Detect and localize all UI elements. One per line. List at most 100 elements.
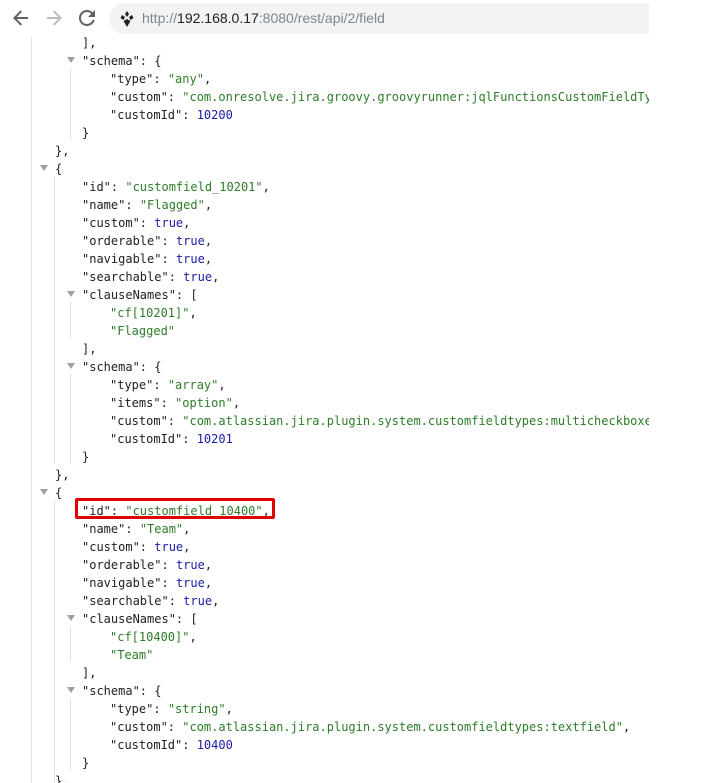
json-line: "customId": 10201 bbox=[110, 432, 233, 446]
json-number-value: 10400 bbox=[196, 738, 233, 752]
json-line: "searchable": true, bbox=[82, 270, 220, 284]
json-line: "custom": "com.onresolve.jira.groovy.gro… bbox=[110, 88, 649, 106]
json-line: "name": "Team", bbox=[82, 522, 191, 536]
json-line: "customId": 10400 bbox=[110, 738, 233, 752]
json-key: "searchable" bbox=[82, 594, 169, 608]
triangle-down-icon bbox=[67, 291, 75, 297]
json-line: "searchable": true, bbox=[82, 594, 220, 608]
json-line: "navigable": true, bbox=[82, 576, 213, 590]
json-punct: , bbox=[183, 540, 191, 554]
collapse-toggle[interactable] bbox=[66, 614, 76, 622]
json-punct: } bbox=[82, 450, 90, 464]
url-host: 192.168.0.17 bbox=[177, 10, 259, 26]
indent-guide bbox=[70, 626, 71, 662]
json-line: "custom": true, bbox=[82, 540, 191, 554]
url-text: http://192.168.0.17:8080/rest/api/2/fiel… bbox=[142, 10, 385, 27]
arrow-left-icon bbox=[13, 10, 28, 26]
json-key: "schema" bbox=[82, 684, 140, 698]
indent-guide bbox=[70, 68, 71, 140]
collapse-toggle[interactable] bbox=[66, 56, 76, 64]
json-key: "name" bbox=[82, 522, 126, 536]
json-key: "customId" bbox=[110, 108, 183, 122]
collapse-toggle[interactable] bbox=[66, 362, 76, 370]
collapse-toggle[interactable] bbox=[39, 488, 49, 496]
json-line: "navigable": true, bbox=[82, 252, 213, 266]
json-key: "clauseNames" bbox=[82, 612, 176, 626]
json-punct: : { bbox=[139, 54, 162, 68]
json-line: } bbox=[82, 754, 89, 772]
json-key: "custom" bbox=[82, 540, 140, 554]
json-key: "orderable" bbox=[82, 234, 162, 248]
json-key: "navigable" bbox=[82, 576, 162, 590]
triangle-down-icon bbox=[67, 615, 75, 621]
back-button[interactable] bbox=[9, 6, 33, 30]
json-bool-value: true bbox=[175, 234, 205, 248]
json-punct: : { bbox=[139, 684, 162, 698]
json-line: "schema": { bbox=[82, 52, 161, 70]
json-punct: , bbox=[189, 306, 197, 320]
json-string-value: "Team" bbox=[110, 648, 154, 662]
json-line: "clauseNames": [ bbox=[82, 610, 198, 628]
json-line: "schema": { bbox=[82, 358, 161, 376]
json-bool-value: true bbox=[154, 216, 184, 230]
browser-toolbar: http://192.168.0.17:8080/rest/api/2/fiel… bbox=[0, 0, 649, 38]
triangle-down-icon bbox=[67, 57, 75, 63]
json-key: "custom" bbox=[110, 90, 168, 104]
triangle-down-icon bbox=[67, 363, 75, 369]
json-string-value: "Flagged" bbox=[110, 324, 176, 338]
json-line: { bbox=[55, 160, 62, 178]
json-string-value: "customfield_10201" bbox=[125, 180, 263, 194]
collapse-toggle[interactable] bbox=[66, 290, 76, 298]
address-bar[interactable]: http://192.168.0.17:8080/rest/api/2/fiel… bbox=[109, 3, 649, 34]
json-punct: { bbox=[55, 486, 63, 500]
collapse-toggle[interactable] bbox=[66, 686, 76, 694]
json-punct: , bbox=[212, 594, 220, 608]
collapse-toggle[interactable] bbox=[39, 164, 49, 172]
json-key: "id" bbox=[82, 504, 111, 518]
json-line: "id": "customfield_10201", bbox=[82, 180, 270, 194]
json-punct: { bbox=[55, 162, 63, 176]
jira-site-icon bbox=[120, 11, 134, 27]
indent-guide bbox=[54, 500, 55, 783]
json-line: "customId": 10200 bbox=[110, 108, 233, 122]
json-key: "searchable" bbox=[82, 270, 169, 284]
json-line: "name": "Flagged", bbox=[82, 198, 213, 212]
json-line: "type": "array", bbox=[110, 378, 226, 392]
json-punct: , bbox=[204, 576, 213, 590]
url-path: :8080/rest/api/2/field bbox=[258, 10, 385, 26]
url-scheme: http:// bbox=[142, 10, 178, 26]
json-line: "orderable": true, bbox=[82, 234, 213, 248]
json-punct: ], bbox=[82, 37, 97, 50]
json-line: ], bbox=[82, 340, 96, 358]
json-bool-value: true bbox=[175, 558, 205, 572]
json-punct: }, bbox=[55, 468, 70, 482]
json-line: "schema": { bbox=[82, 682, 161, 700]
json-line: "type": "any", bbox=[110, 72, 212, 86]
json-line: "Team" bbox=[110, 646, 153, 664]
json-key: "items" bbox=[110, 396, 161, 410]
triangle-down-icon bbox=[40, 489, 48, 495]
json-line: ], bbox=[82, 37, 96, 52]
forward-button[interactable] bbox=[42, 6, 66, 30]
json-punct: ], bbox=[82, 666, 97, 680]
json-string-value: "Flagged" bbox=[139, 198, 205, 212]
reload-button[interactable] bbox=[75, 6, 99, 30]
json-punct: , bbox=[204, 198, 213, 212]
json-punct: , bbox=[204, 252, 213, 266]
json-string-value: "com.atlassian.jira.plugin.system.custom… bbox=[182, 720, 623, 734]
json-bool-value: true bbox=[183, 594, 213, 608]
json-string-value: "option" bbox=[175, 396, 233, 410]
json-line: }, bbox=[55, 466, 69, 484]
json-string-value: "com.onresolve.jira.groovy.groovyrunner:… bbox=[182, 90, 649, 104]
json-key: "orderable" bbox=[82, 558, 162, 572]
json-punct: , bbox=[218, 378, 226, 392]
json-line: ], bbox=[82, 664, 96, 682]
json-line: "custom": "com.atlassian.jira.plugin.sys… bbox=[110, 720, 631, 734]
json-line: "custom": "com.atlassian.jira.plugin.sys… bbox=[110, 412, 649, 430]
reload-icon bbox=[79, 10, 95, 26]
json-punct: , bbox=[204, 234, 213, 248]
json-key: "clauseNames" bbox=[82, 288, 176, 302]
json-punct: , bbox=[203, 72, 212, 86]
json-viewer: ], "schema": { "type": "any", "custom": … bbox=[0, 37, 649, 783]
json-line: "custom": true, bbox=[82, 216, 191, 230]
